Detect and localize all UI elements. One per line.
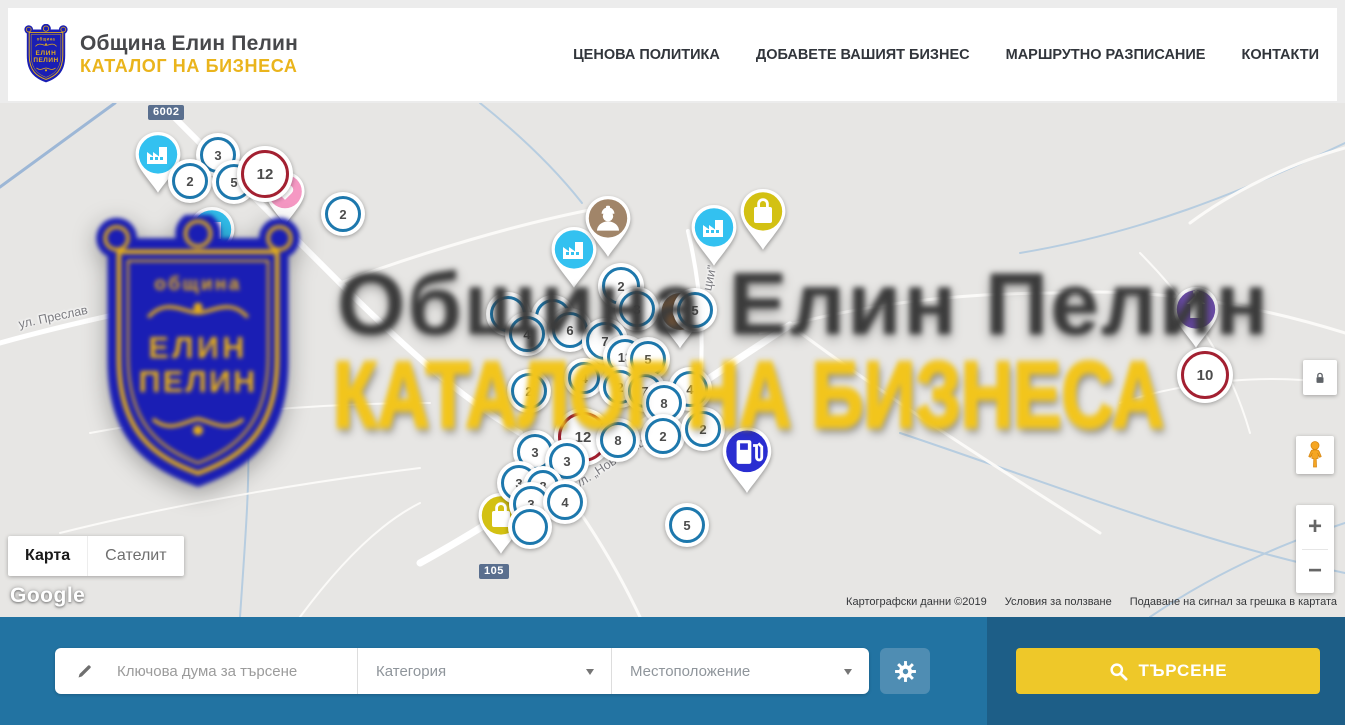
marker-layer: 32512223546713542274812822333834510: [0, 103, 1345, 617]
terms-link[interactable]: Условия за ползване: [1005, 596, 1112, 608]
zoom-control: + −: [1296, 505, 1334, 593]
search-icon: [1109, 662, 1128, 681]
google-logo[interactable]: Google: [10, 584, 85, 608]
logo-subtitle: КАТАЛОГ НА БИЗНЕСА: [80, 56, 298, 77]
pegman-button[interactable]: [1296, 436, 1334, 474]
search-button[interactable]: ТЪРСЕНЕ: [1016, 648, 1320, 694]
fuel-pin[interactable]: [721, 426, 773, 495]
cluster-marker[interactable]: 5: [673, 288, 717, 332]
cluster-marker[interactable]: 2: [168, 159, 212, 203]
nav-add-your-business[interactable]: ДОБАВЕТЕ ВАШИЯТ БИЗНЕС: [756, 47, 970, 63]
factory-pin[interactable]: [188, 206, 236, 270]
logo-text: Община Елин Пелин КАТАЛОГ НА БИЗНЕСА: [80, 32, 298, 77]
map-type-satellite-button[interactable]: Сателит: [87, 536, 183, 576]
keyword-search-input[interactable]: [115, 662, 344, 681]
keyword-section: [55, 648, 357, 694]
map-type-map-button[interactable]: Карта: [8, 536, 87, 576]
location-select[interactable]: Местоположение: [611, 648, 869, 694]
zoom-in-button[interactable]: +: [1296, 505, 1334, 549]
cluster-marker[interactable]: 8: [596, 418, 640, 462]
search-bar: Категория Местоположение: [0, 617, 1345, 725]
site-logo[interactable]: община ЕЛИН ПЕЛИН Община Елин Пелин КАТА…: [22, 24, 298, 86]
nav-route-schedule[interactable]: МАРШРУТНО РАЗПИСАНИЕ: [1006, 47, 1206, 63]
cluster-marker[interactable]: 5: [665, 503, 709, 547]
cluster-marker[interactable]: 2: [681, 407, 725, 451]
cluster-marker[interactable]: 2: [507, 369, 551, 413]
worker-pin[interactable]: [584, 195, 632, 259]
map-attribution: Картографски данни ©2019 Условия за полз…: [846, 596, 1337, 608]
pencil-icon: [76, 663, 93, 680]
cluster-marker[interactable]: 4: [505, 312, 549, 356]
report-error-link[interactable]: Подаване на сигнал за грешка в картата: [1130, 596, 1337, 608]
main-nav: ЦЕНОВА ПОЛИТИКА ДОБАВЕТЕ ВАШИЯТ БИЗНЕС М…: [573, 47, 1319, 63]
lock-button[interactable]: [1303, 360, 1337, 395]
nav-contacts[interactable]: КОНТАКТИ: [1241, 47, 1319, 63]
church-pin[interactable]: [1172, 286, 1220, 350]
chevron-down-icon: [586, 669, 594, 679]
location-select-label: Местоположение: [630, 663, 750, 680]
lock-icon: [1313, 371, 1327, 385]
municipality-emblem-icon: община ЕЛИН ПЕЛИН: [22, 24, 70, 86]
chevron-down-icon: [844, 669, 852, 679]
cluster-marker[interactable]: 12: [237, 146, 293, 202]
header: община ЕЛИН ПЕЛИН Община Елин Пелин КАТА…: [8, 8, 1337, 101]
cluster-marker[interactable]: 4: [564, 358, 604, 398]
cluster-marker[interactable]: 10: [1177, 347, 1233, 403]
search-button-label: ТЪРСЕНЕ: [1139, 661, 1228, 681]
cluster-marker[interactable]: 2: [321, 192, 365, 236]
zoom-out-button[interactable]: −: [1296, 550, 1334, 594]
svg-text:община: община: [37, 36, 56, 41]
gear-icon: [893, 659, 918, 684]
map-type-control: Карта Сателит: [8, 536, 184, 576]
cluster-marker[interactable]: [508, 505, 552, 549]
map-copyright: Картографски данни ©2019: [846, 596, 987, 608]
search-input-group: Категория Местоположение: [55, 648, 869, 694]
cluster-marker[interactable]: 2: [641, 414, 685, 458]
svg-text:ПЕЛИН: ПЕЛИН: [33, 57, 58, 64]
logo-title: Община Елин Пелин: [80, 32, 298, 56]
svg-text:ЕЛИН: ЕЛИН: [35, 50, 56, 57]
map-canvas[interactable]: 6002105ул. Преславбул. „Новоселци“ции" 3…: [0, 103, 1345, 617]
pegman-icon: [1305, 440, 1325, 470]
advanced-settings-button[interactable]: [880, 648, 930, 694]
shopping-bag-pin[interactable]: [739, 188, 787, 252]
category-select-label: Категория: [376, 663, 446, 680]
factory-pin[interactable]: [690, 204, 738, 268]
nav-pricing-policy[interactable]: ЦЕНОВА ПОЛИТИКА: [573, 47, 720, 63]
category-select[interactable]: Категория: [357, 648, 611, 694]
